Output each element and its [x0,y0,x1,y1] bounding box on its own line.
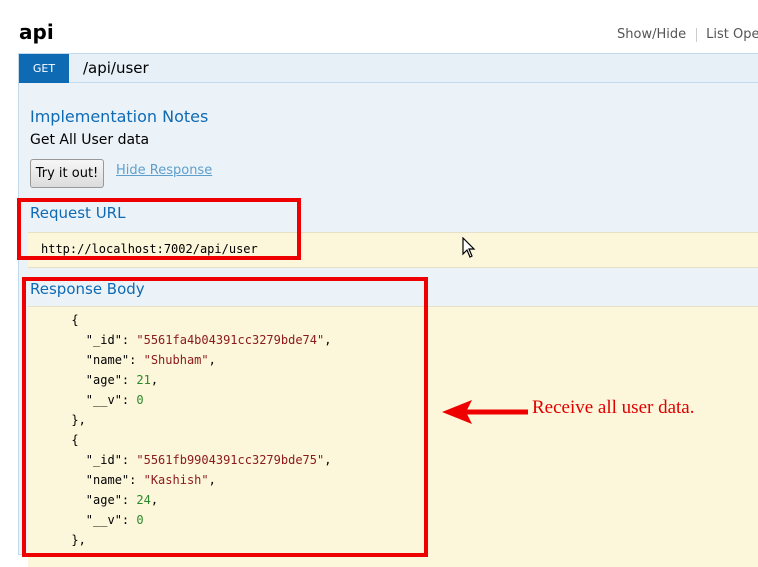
mouse-cursor-icon [462,237,476,258]
hide-response-link[interactable]: Hide Response [116,163,212,178]
annotation-text: Receive all user data. [532,397,695,418]
arrow-left-icon [442,400,528,424]
response-body-highlight [22,277,428,557]
try-it-out-button[interactable]: Try it out! [30,159,104,188]
request-url-highlight [17,198,301,260]
endpoint-path[interactable]: /api/user [83,59,149,77]
implementation-notes-text: Get All User data [30,132,150,148]
list-operations-link[interactable]: List Opera [706,27,758,42]
show-hide-link[interactable]: Show/Hide [617,27,686,42]
link-divider [696,27,698,42]
section-title[interactable]: api [19,20,54,44]
implementation-notes-title: Implementation Notes [30,107,209,126]
http-method-badge[interactable]: GET [19,54,69,83]
section-links: Show/Hide List Opera [617,27,758,42]
operation-heading[interactable]: GET /api/user [19,54,758,83]
